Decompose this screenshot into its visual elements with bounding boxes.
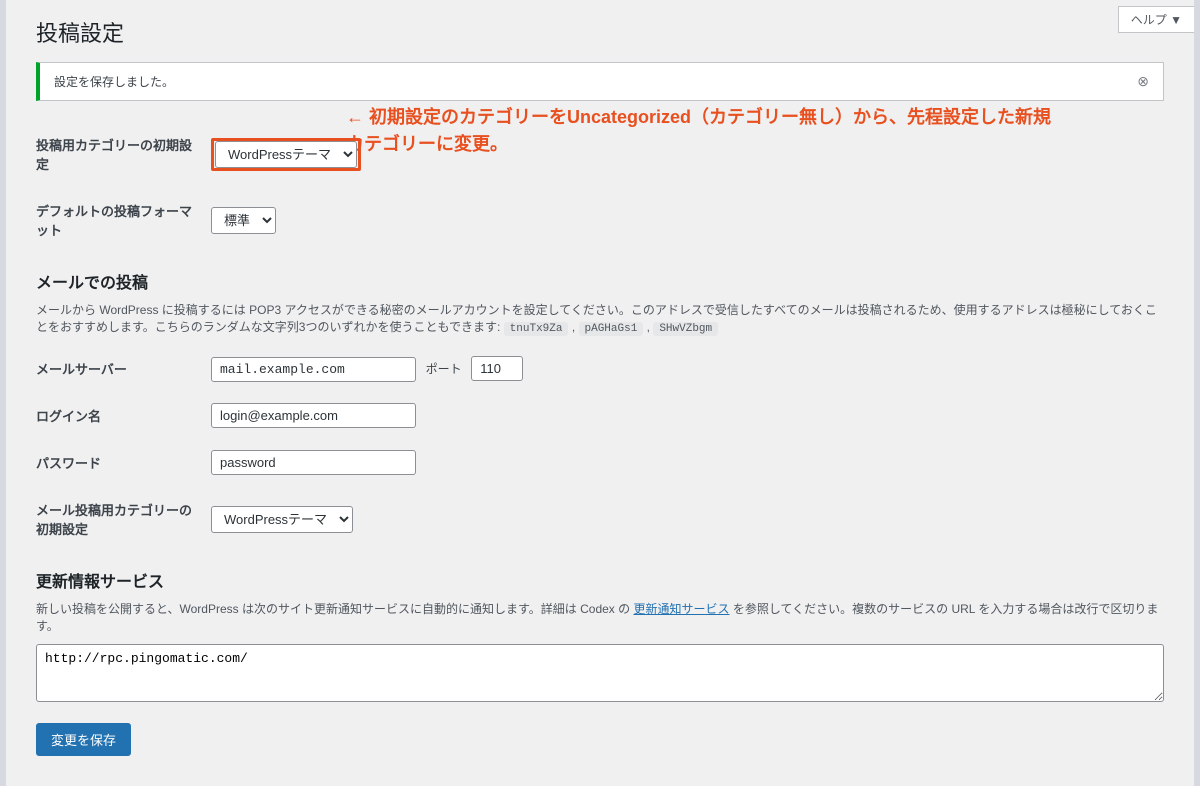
mail-section-title: メールでの投稿	[36, 269, 1164, 293]
password-label: パスワード	[36, 439, 211, 486]
port-label: ポート	[426, 362, 462, 376]
login-label: ログイン名	[36, 392, 211, 439]
mail-category-select[interactable]: WordPressテーマ	[211, 506, 353, 533]
help-tab-label: ヘルプ ▼	[1131, 13, 1182, 27]
default-category-label: 投稿用カテゴリーの初期設定	[36, 121, 211, 187]
settings-saved-notice: 設定を保存しました。 ⊗	[36, 62, 1164, 101]
page-title: 投稿設定	[36, 0, 1164, 62]
port-input[interactable]	[471, 356, 523, 381]
update-section-title: 更新情報サービス	[36, 568, 1164, 592]
help-tab[interactable]: ヘルプ ▼	[1118, 6, 1194, 33]
login-input[interactable]	[211, 403, 416, 428]
save-button-label: 変更を保存	[51, 733, 116, 748]
highlight-box: WordPressテーマ	[211, 138, 361, 171]
update-section-desc: 新しい投稿を公開すると、WordPress は次のサイト更新通知サービスに自動的…	[36, 600, 1164, 634]
default-category-select[interactable]: WordPressテーマ	[215, 141, 357, 168]
code-chip: tnuTx9Za	[504, 322, 569, 336]
save-button[interactable]: 変更を保存	[36, 723, 131, 756]
ping-services-textarea[interactable]: http://rpc.pingomatic.com/	[36, 644, 1164, 702]
code-chip: pAGHaGs1	[579, 322, 644, 336]
mail-category-label: メール投稿用カテゴリーの初期設定	[36, 486, 211, 552]
code-chip: SHwVZbgm	[653, 322, 718, 336]
password-input[interactable]	[211, 450, 416, 475]
dismiss-icon[interactable]: ⊗	[1137, 73, 1149, 90]
update-service-link[interactable]: 更新通知サービス	[633, 602, 729, 616]
notice-text: 設定を保存しました。	[54, 73, 174, 90]
mail-server-label: メールサーバー	[36, 345, 211, 392]
default-format-select[interactable]: 標準	[211, 207, 276, 234]
mail-server-input[interactable]	[211, 357, 416, 382]
mail-section-desc: メールから WordPress に投稿するには POP3 アクセスができる秘密の…	[36, 301, 1164, 335]
default-format-label: デフォルトの投稿フォーマット	[36, 187, 211, 253]
